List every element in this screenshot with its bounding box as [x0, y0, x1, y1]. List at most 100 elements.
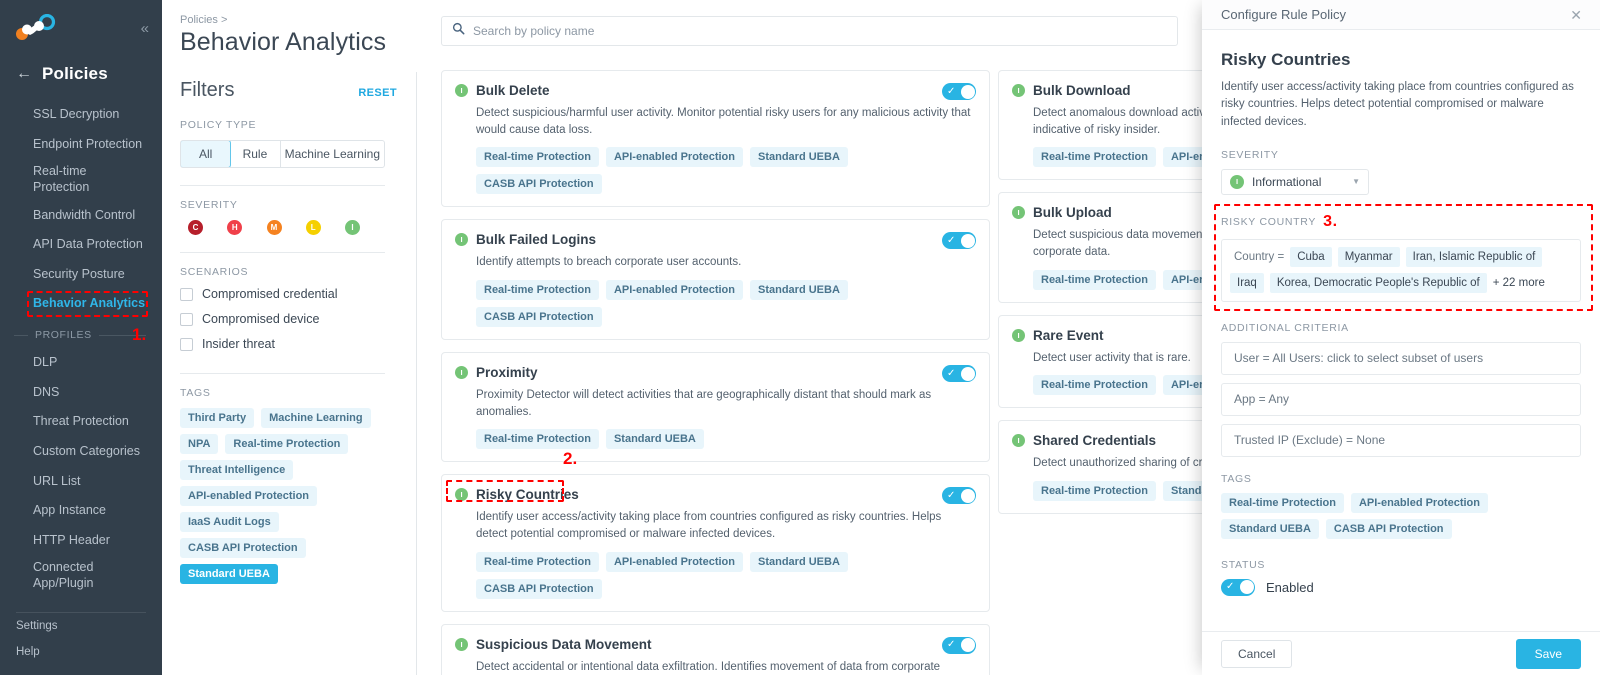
policy-enable-toggle[interactable]: ✓: [942, 83, 976, 100]
criteria-user-field[interactable]: User = All Users: click to select subset…: [1221, 341, 1581, 375]
sidebar-item-api-data-protection[interactable]: API Data Protection: [0, 230, 162, 260]
sidebar-item-help[interactable]: Help: [0, 639, 162, 665]
severity-chip-high[interactable]: H: [227, 220, 243, 235]
panel-tag[interactable]: API-enabled Protection: [1350, 492, 1488, 513]
policy-tag[interactable]: Real-time Protection: [476, 147, 599, 168]
scenario-compromised-device[interactable]: Compromised device: [180, 312, 397, 326]
sidebar-item-http-header[interactable]: HTTP Header: [0, 526, 162, 556]
policy-tag[interactable]: Real-time Protection: [1033, 147, 1156, 168]
panel-tag[interactable]: Real-time Protection: [1221, 492, 1344, 513]
filter-tag[interactable]: Machine Learning: [261, 408, 371, 428]
risky-country-field[interactable]: Country = Cuba Myanmar Iran, Islamic Rep…: [1221, 238, 1581, 302]
policy-enable-toggle[interactable]: ✓: [942, 487, 976, 505]
sidebar-item-real-time-protection[interactable]: Real-time Protection: [0, 159, 162, 200]
sidebar-item-app-instance[interactable]: App Instance: [0, 496, 162, 526]
policy-tag[interactable]: Real-time Protection: [1033, 481, 1156, 502]
sidebar-item-bandwidth-control[interactable]: Bandwidth Control: [0, 201, 162, 231]
policy-tag[interactable]: CASB API Protection: [476, 578, 602, 599]
severity-badge-icon: I: [1012, 84, 1025, 97]
country-chip[interactable]: Cuba: [1290, 246, 1332, 267]
filter-tag[interactable]: Threat Intelligence: [180, 460, 294, 480]
policy-card-risky-countries[interactable]: I Risky Countries Identify user access/a…: [441, 474, 990, 612]
sidebar-item-url-list[interactable]: URL List: [0, 467, 162, 497]
sidebar-item-dns[interactable]: DNS: [0, 378, 162, 408]
panel-tag[interactable]: Standard UEBA: [1221, 518, 1319, 539]
card-header: I Bulk Delete: [455, 83, 975, 98]
checkbox-icon[interactable]: [180, 312, 193, 326]
policy-enable-toggle[interactable]: ✓: [942, 636, 976, 654]
policy-enable-toggle[interactable]: ✓: [942, 232, 976, 250]
filter-tag[interactable]: API-enabled Protection: [180, 486, 318, 506]
search-bar[interactable]: [441, 16, 1178, 46]
policy-card-bulk-delete[interactable]: I Bulk Delete Detect suspicious/harmful …: [441, 70, 990, 208]
sidebar-item-custom-categories[interactable]: Custom Categories: [0, 437, 162, 467]
policy-tag[interactable]: CASB API Protection: [476, 307, 602, 328]
policy-tag[interactable]: API-enabled Protection: [605, 147, 743, 168]
checkbox-icon[interactable]: [180, 337, 193, 351]
policy-tag[interactable]: Standard UEBA: [750, 551, 848, 572]
country-chip[interactable]: Myanmar: [1337, 246, 1400, 267]
policy-tag[interactable]: Real-time Protection: [476, 429, 599, 450]
sidebar-item-endpoint-protection[interactable]: Endpoint Protection: [0, 130, 162, 160]
policy-tag[interactable]: Standard UEBA: [750, 147, 848, 168]
filter-tag[interactable]: Third Party: [180, 408, 255, 428]
breadcrumb[interactable]: Policies >: [180, 14, 397, 26]
sidebar-item-threat-protection[interactable]: Threat Protection: [0, 407, 162, 437]
filter-tag-selected[interactable]: Standard UEBA: [180, 564, 278, 584]
sidebar-item-security-posture[interactable]: Security Posture: [0, 260, 162, 290]
back-arrow-icon[interactable]: ←: [16, 66, 32, 82]
policy-type-option-rule[interactable]: Rule: [230, 141, 281, 167]
country-chip[interactable]: Iran, Islamic Republic of: [1405, 246, 1543, 267]
search-input[interactable]: [473, 24, 1167, 38]
country-chip[interactable]: Korea, Democratic People's Republic of: [1269, 272, 1487, 293]
sidebar-item-behavior-analytics[interactable]: Behavior Analytics: [0, 289, 162, 319]
sidebar-collapse-icon[interactable]: «: [141, 21, 149, 36]
policy-enable-toggle[interactable]: ✓: [942, 365, 976, 383]
close-icon[interactable]: ✕: [1570, 8, 1582, 22]
severity-chip-medium[interactable]: M: [266, 220, 282, 235]
sidebar-item-ssl-decryption[interactable]: SSL Decryption: [0, 100, 162, 130]
policy-card-bulk-failed-logins[interactable]: I Bulk Failed Logins Identify attempts t…: [441, 219, 990, 341]
policy-tag[interactable]: Real-time Protection: [476, 551, 599, 572]
sidebar-nav: SSL Decryption Endpoint Protection Real-…: [0, 100, 162, 319]
sidebar-item-connected-app-plugin[interactable]: Connected App/Plugin: [0, 555, 162, 596]
policy-tag[interactable]: Standard UEBA: [750, 280, 848, 301]
save-button[interactable]: Save: [1515, 638, 1581, 669]
policy-tag[interactable]: CASB API Protection: [476, 174, 602, 195]
severity-chip-critical[interactable]: C: [188, 220, 203, 235]
scenario-compromised-credential[interactable]: Compromised credential: [180, 287, 397, 301]
filter-tag[interactable]: IaaS Audit Logs: [180, 512, 279, 532]
sidebar-item-settings[interactable]: Settings: [0, 613, 162, 639]
country-chip[interactable]: Iraq: [1230, 272, 1264, 293]
severity-dropdown[interactable]: I Informational ▼: [1221, 168, 1369, 195]
status-toggle[interactable]: ✓: [1221, 578, 1255, 596]
policy-type-option-all[interactable]: All: [181, 141, 232, 167]
filter-tag[interactable]: NPA: [180, 434, 219, 454]
policy-tag[interactable]: Standard UEBA: [605, 429, 704, 450]
policy-card-suspicious-data-movement[interactable]: I Suspicious Data Movement Detect accide…: [441, 623, 990, 675]
policy-title: Bulk Download: [1033, 83, 1131, 98]
policy-card-proximity[interactable]: I Proximity Proximity Detector will dete…: [441, 352, 990, 463]
check-icon: ✓: [947, 85, 956, 97]
policy-tag[interactable]: API-enabled Protection: [605, 280, 743, 301]
checkbox-icon[interactable]: [180, 287, 193, 301]
sidebar-item-dlp[interactable]: DLP: [0, 348, 162, 378]
filter-tag[interactable]: CASB API Protection: [180, 538, 306, 558]
policy-tag[interactable]: Real-time Protection: [476, 280, 599, 301]
criteria-app-field[interactable]: App = Any: [1221, 382, 1581, 416]
severity-chip-informational[interactable]: I: [345, 220, 360, 235]
filters-heading: Filters: [180, 79, 235, 101]
reset-filters-button[interactable]: RESET: [358, 87, 397, 99]
policy-tag[interactable]: Real-time Protection: [1033, 269, 1156, 290]
filter-tag[interactable]: Real-time Protection: [225, 434, 349, 454]
policy-type-option-machine-learning[interactable]: Machine Learning: [281, 141, 384, 167]
criteria-trusted-ip-field[interactable]: Trusted IP (Exclude) = None: [1221, 423, 1581, 457]
scenario-insider-threat[interactable]: Insider threat: [180, 337, 397, 351]
severity-chip-low[interactable]: L: [305, 220, 321, 235]
policy-tag[interactable]: API-enabled Protection: [605, 551, 743, 572]
policy-tag[interactable]: Real-time Protection: [1033, 375, 1156, 396]
cancel-button[interactable]: Cancel: [1221, 639, 1293, 668]
country-more-count[interactable]: + 22 more: [1493, 277, 1545, 289]
policy-description: Identify attempts to breach corporate us…: [476, 256, 742, 269]
panel-tag[interactable]: CASB API Protection: [1325, 518, 1452, 539]
